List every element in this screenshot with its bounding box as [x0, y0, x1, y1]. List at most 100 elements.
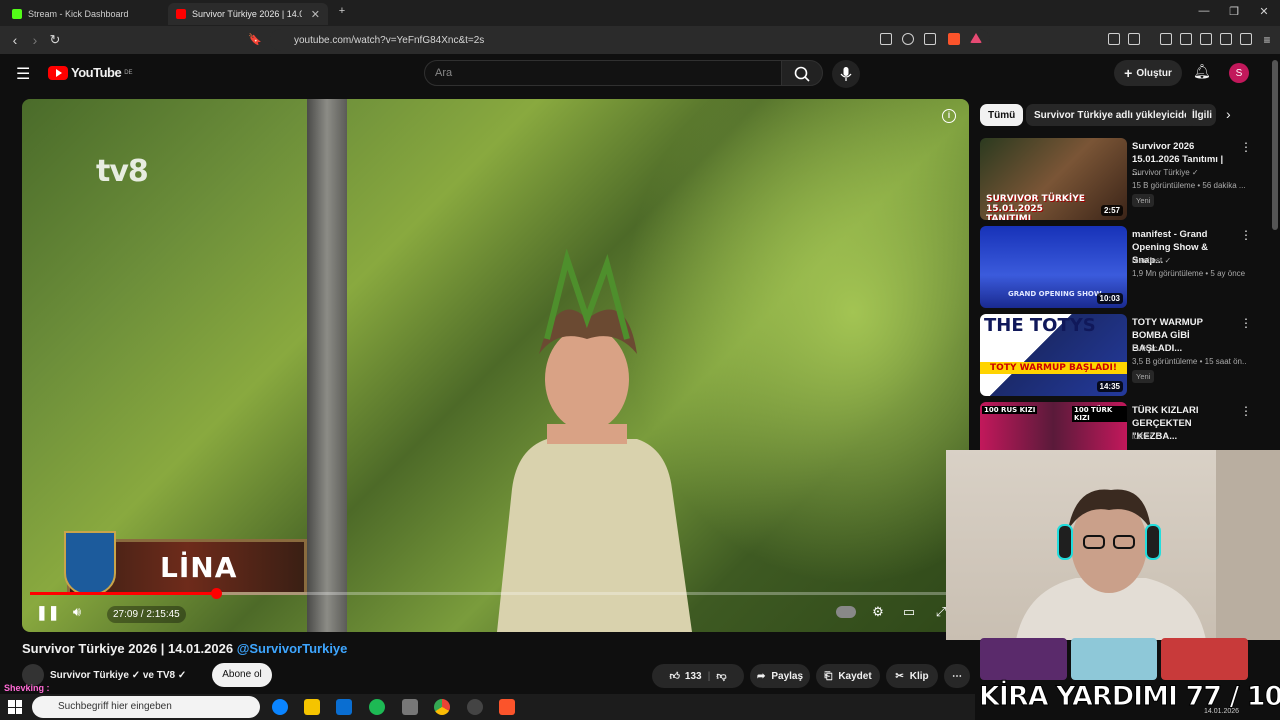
brave-shields-icon[interactable] [948, 33, 960, 45]
share-label: Paylaş [771, 670, 804, 682]
thumbnail-text: THE TOTYS [984, 315, 1096, 336]
create-button[interactable]: + Oluştur [1114, 60, 1182, 86]
miniplayer-icon[interactable]: ▭ [900, 604, 918, 620]
chip-all[interactable]: Tümü [980, 104, 1024, 126]
youtube-play-icon [48, 65, 68, 80]
video-thumbnail[interactable]: GRAND OPENING SHOW 10:03 [980, 226, 1127, 308]
chevron-right-icon[interactable]: › [1226, 106, 1231, 122]
kick-icon [12, 9, 22, 19]
url-text: youtube.com/watch?v=YeFnfG84Xnc&t=2s [294, 34, 485, 46]
channel-handle-link[interactable]: @SurvivorTurkiye [237, 641, 348, 656]
clip-button[interactable]: ✂ Klip [886, 664, 938, 688]
chip-from-uploader[interactable]: Survivor Türkiye adlı yükleyiciden [1026, 104, 1204, 126]
more-vert-icon[interactable]: ⋮ [1240, 140, 1252, 154]
settings-gear-icon[interactable]: ⚙ [869, 604, 887, 620]
recommendation-item[interactable]: GRAND OPENING SHOW 10:03 manifest - Gran… [980, 226, 1252, 310]
video-tree-trunk [307, 99, 347, 632]
search-button[interactable] [781, 60, 823, 86]
info-icon[interactable]: i [942, 109, 956, 123]
lower-third-nameplate: LİNA [64, 531, 307, 595]
chip-related[interactable]: İlgili [1186, 104, 1216, 126]
recommendation-item[interactable]: SURVIVOR TÜRKİYE 15.01.2025 TANITIMI 2:5… [980, 138, 1252, 222]
vpn-icon[interactable] [1240, 33, 1252, 45]
sidebar-toggle-icon[interactable] [1128, 33, 1140, 45]
video-duration: 14:35 [1096, 381, 1123, 392]
video-thumbnail[interactable]: SURVIVOR TÜRKİYE 15.01.2025 TANITIMI 2:5… [980, 138, 1127, 220]
create-label: Oluştur [1136, 67, 1172, 79]
video-thumbnail[interactable]: THE TOTYS TOTY WARMUP BAŞLADI! 14:35 [980, 314, 1127, 396]
tab-youtube[interactable]: Survivor Türkiye 2026 | 14.01. ✕ [168, 3, 328, 25]
brave-rewards-icon[interactable] [970, 33, 982, 43]
brave-icon[interactable] [499, 699, 515, 715]
share-icon[interactable] [924, 33, 936, 45]
video-title-text: Survivor Türkiye 2026 | 14.01.2026 [22, 641, 234, 656]
minimize-button[interactable]: — [1194, 5, 1214, 17]
survivor-team-badge [64, 531, 116, 595]
more-vert-icon[interactable]: ⋮ [1240, 404, 1252, 418]
new-tab-button[interactable]: + [332, 5, 352, 17]
file-explorer-icon[interactable] [304, 699, 320, 715]
close-tab-icon[interactable]: ✕ [311, 8, 320, 21]
progress-bar[interactable] [30, 588, 960, 599]
reading-list-icon[interactable] [1180, 33, 1192, 45]
recommendation-channel[interactable]: Survivor Türkiye ✓ [1132, 168, 1199, 177]
maximize-button[interactable]: ❐ [1224, 5, 1244, 18]
reload-button[interactable]: ↻ [46, 31, 64, 49]
save-button[interactable]: ⎗ Kaydet [816, 664, 880, 688]
leo-ai-icon[interactable] [1220, 33, 1232, 45]
edge-icon[interactable] [272, 699, 288, 715]
store-icon[interactable] [336, 699, 352, 715]
pause-button[interactable]: ❚❚ [36, 604, 59, 621]
windows-start-icon[interactable] [8, 700, 22, 714]
page-scrollbar[interactable] [1272, 60, 1278, 230]
search-icon [794, 66, 810, 82]
close-window-button[interactable]: ✕ [1254, 5, 1274, 18]
taskbar-date: 14.01.2026 [1204, 708, 1240, 715]
like-button[interactable]: 👍︎ 133 [669, 670, 701, 683]
youtube-wordmark: YouTube [71, 65, 122, 80]
voice-search-button[interactable] [832, 60, 860, 88]
volume-icon[interactable]: 🔊︎ [68, 604, 86, 620]
spotify-icon[interactable] [369, 699, 385, 715]
recommendation-item[interactable]: THE TOTYS TOTY WARMUP BAŞLADI! 14:35 TOT… [980, 314, 1252, 398]
recommendation-channel[interactable]: manifest ✓ [1132, 256, 1171, 265]
chrome-icon[interactable] [434, 699, 450, 715]
account-avatar[interactable]: S [1229, 63, 1249, 83]
share-button[interactable]: ➦ Paylaş [750, 664, 810, 688]
extensions-icon[interactable] [1108, 33, 1120, 45]
new-badge: Yeni [1132, 370, 1155, 383]
video-player[interactable]: tv8 i LİNA ❚❚ 🔊︎ 27:09 / 2:15:45 ⚙ ▭ ⤢ [22, 99, 969, 632]
hamburger-menu-icon[interactable]: ☰ [16, 64, 30, 84]
back-button[interactable]: ‹ [6, 31, 24, 49]
search-input[interactable]: Ara [424, 60, 782, 86]
more-vert-icon[interactable]: ⋮ [1240, 316, 1252, 330]
youtube-favicon [176, 9, 186, 19]
calculator-icon[interactable] [402, 699, 418, 715]
autoplay-toggle[interactable] [836, 606, 856, 618]
wallet-icon[interactable] [1200, 33, 1212, 45]
more-actions-button[interactable]: ⋯ [944, 664, 970, 688]
region-code: DE [124, 69, 133, 76]
obs-icon[interactable] [467, 699, 483, 715]
tab-kick-dashboard[interactable]: Stream - Kick Dashboard [4, 3, 164, 25]
recommendation-channel[interactable]: FutKoc [1132, 344, 1157, 353]
notifications-bell-icon[interactable]: 🔔︎ [1193, 63, 1211, 80]
save-bookmark-icon: ⎗ [824, 670, 833, 682]
subscribe-button[interactable]: Abone ol [212, 663, 272, 687]
forward-button[interactable]: › [26, 31, 44, 49]
progress-scrubber[interactable] [211, 588, 222, 599]
zoom-icon[interactable] [902, 33, 914, 45]
youtube-logo[interactable]: YouTube DE [48, 65, 133, 80]
cast-icon[interactable] [880, 33, 892, 45]
thumbs-up-icon: 👍︎ [669, 671, 680, 682]
bookmark-icon[interactable]: 🔖 [246, 31, 264, 49]
taskbar-search-input[interactable]: Suchbegriff hier eingeben [32, 696, 260, 718]
thumbs-down-icon[interactable]: 👎︎ [716, 670, 726, 682]
channel-name[interactable]: Survivor Türkiye ✓ ve TV8 ✓ [50, 670, 186, 681]
more-vert-icon[interactable]: ⋮ [1240, 228, 1252, 242]
menu-icon[interactable]: ≡ [1258, 31, 1276, 49]
recommendation-meta: 1,9 Mn görüntüleme • 5 ay önce [1132, 269, 1246, 278]
contestant-name: LİNA [160, 550, 238, 584]
recommendation-channel[interactable]: luther ✓ [1132, 432, 1161, 441]
media-icon[interactable] [1160, 33, 1172, 45]
